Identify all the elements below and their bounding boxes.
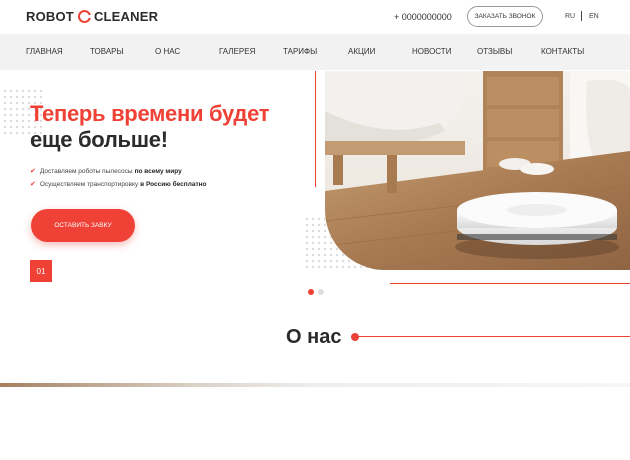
about-title-line [358, 336, 630, 337]
lang-divider [581, 11, 582, 21]
logo-ring-icon [77, 10, 92, 23]
decor-vertical-line [315, 71, 316, 187]
leave-request-button[interactable]: ОСТАВИТЬ ЗАВКУ [31, 209, 135, 242]
nav-item-about[interactable]: О НАС [155, 47, 180, 56]
lang-ru-link[interactable]: RU [565, 13, 575, 20]
check-icon: ✔ [30, 168, 36, 175]
decor-horizontal-line [390, 283, 630, 284]
logo-text-left: ROBOT [26, 9, 74, 24]
slider-dot-2[interactable] [318, 289, 324, 295]
nav-item-gallery[interactable]: ГАЛЕРЕЯ [219, 47, 255, 56]
about-title-dot [351, 333, 359, 341]
hero-bullet-2: ✔ Осуществляем транспортировку в Россию … [30, 180, 207, 189]
phone-number[interactable]: + 0000000000 [394, 12, 452, 22]
hero-title-line2: еще больше! [30, 127, 168, 152]
nav-item-promotions[interactable]: АКЦИИ [348, 47, 375, 56]
hero-bullet-1-text: Доставляем роботы пылесосы [39, 167, 133, 175]
nav-item-products[interactable]: ТОВАРЫ [90, 47, 124, 56]
callback-button[interactable]: ЗАКАЗАТЬ ЗВОНОК [467, 6, 543, 27]
nav-item-reviews[interactable]: ОТЗЫВЫ [477, 47, 512, 56]
check-icon: ✔ [30, 181, 36, 188]
lang-en-link[interactable]: EN [589, 13, 599, 20]
hero-bullet-1-bold: по всему миру [134, 167, 182, 175]
nav-item-news[interactable]: НОВОСТИ [412, 47, 451, 56]
site-header: ROBOT CLEANER + 0000000000 ЗАКАЗАТЬ ЗВОН… [0, 0, 630, 34]
nav-item-contacts[interactable]: КОНТАКТЫ [541, 47, 584, 56]
slide-number-badge: 01 [30, 260, 52, 282]
about-section-title: О нас [286, 326, 342, 348]
logo[interactable]: ROBOT CLEANER [26, 9, 158, 24]
hero-title-line1: Теперь времени будет [30, 101, 270, 126]
hero-image [325, 71, 630, 270]
logo-text-right: CLEANER [93, 9, 159, 24]
robot-vacuum-illustration [325, 71, 630, 270]
main-nav: ГЛАВНАЯ ТОВАРЫ О НАС ГАЛЕРЕЯ ТАРИФЫ АКЦИ… [0, 34, 630, 70]
nav-item-home[interactable]: ГЛАВНАЯ [26, 47, 63, 56]
hero-bullet-2-bold: в Россию бесплатно [140, 180, 207, 188]
hero-bullet-1: ✔ Доставляем роботы пылесосы по всему ми… [30, 167, 182, 176]
nav-item-tariffs[interactable]: ТАРИФЫ [283, 47, 317, 56]
hero-bullet-2-text: Осуществляем транспортировку [39, 180, 139, 188]
slider-dot-1[interactable] [308, 289, 314, 295]
section-image-strip [0, 383, 630, 387]
